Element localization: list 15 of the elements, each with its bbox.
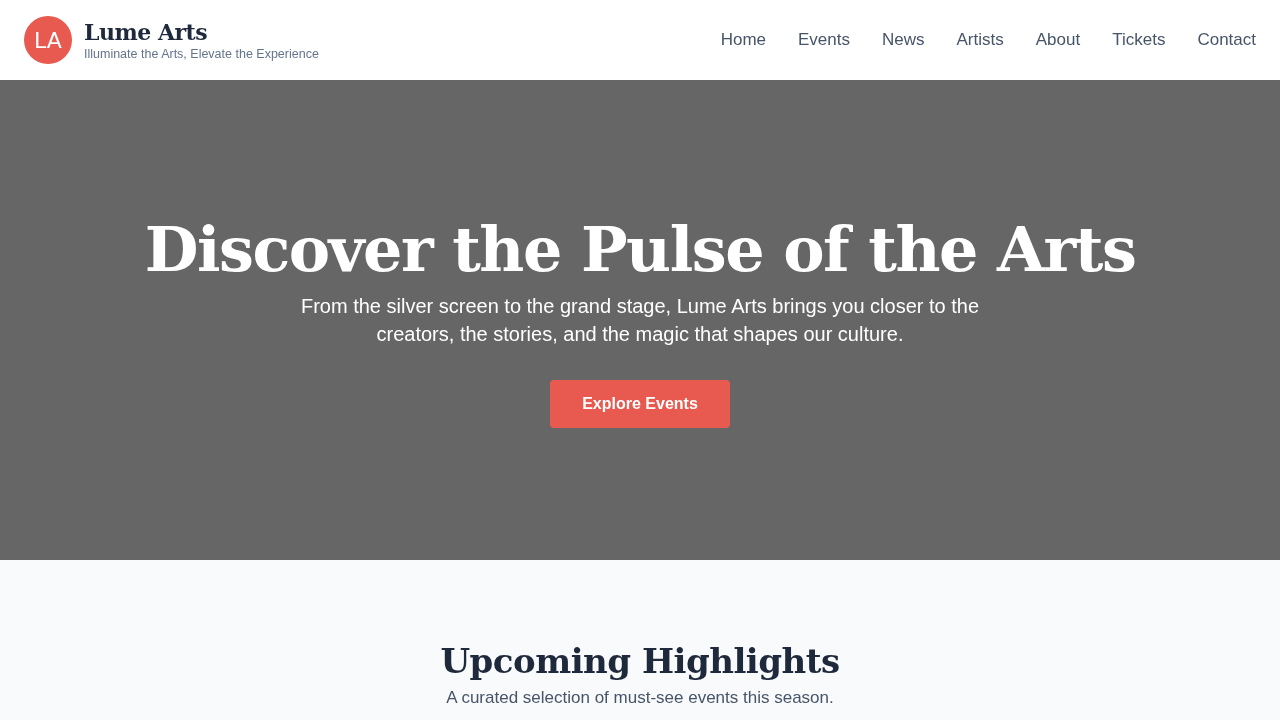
nav-link[interactable]: About — [1035, 30, 1081, 50]
section-title: Upcoming Highlights — [440, 640, 840, 683]
brand-name[interactable]: Lume Arts — [84, 18, 319, 46]
explore-events-button[interactable]: Explore Events — [550, 380, 730, 428]
hero-title: Discover the Pulse of the Arts — [144, 212, 1136, 288]
nav-link[interactable]: Tickets — [1112, 30, 1166, 50]
nav-link[interactable]: Artists — [956, 30, 1004, 50]
tagline: Illuminate the Arts, Elevate the Experience — [84, 46, 319, 62]
nav-link[interactable]: News — [882, 30, 925, 50]
logo-icon[interactable]: LA — [24, 16, 72, 64]
nav-link[interactable]: Events — [798, 30, 850, 50]
hero-subtitle: From the silver screen to the grand stage, Lume Arts brings you closer to the creators, the stories, and the magic that shapes our culture. — [299, 294, 981, 347]
nav-link[interactable]: Home — [720, 30, 766, 50]
section-subtitle: A curated selection of must-see events this season. — [446, 688, 834, 708]
nav-link[interactable]: Contact — [1197, 30, 1256, 50]
